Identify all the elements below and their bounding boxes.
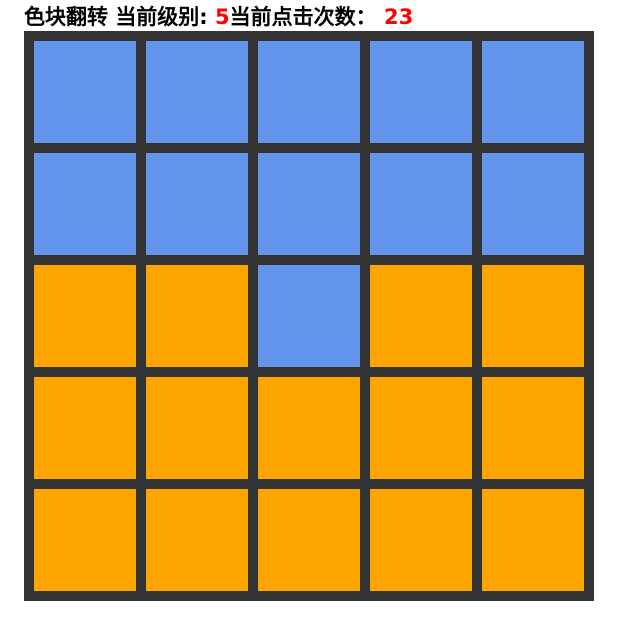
status-bar: 色块翻转 当前级别: 5当前点击次数： 23	[24, 2, 413, 32]
tile-r1-c2[interactable]	[146, 41, 248, 143]
game-board	[24, 31, 594, 601]
tile-r4-c2[interactable]	[146, 377, 248, 479]
tile-r4-c3[interactable]	[258, 377, 360, 479]
tile-r5-c3[interactable]	[258, 489, 360, 591]
tile-r1-c1[interactable]	[34, 41, 136, 143]
tile-r1-c5[interactable]	[482, 41, 584, 143]
tile-r2-c1[interactable]	[34, 153, 136, 255]
tile-r2-c4[interactable]	[370, 153, 472, 255]
game-title: 色块翻转	[24, 5, 108, 29]
tile-r4-c5[interactable]	[482, 377, 584, 479]
tile-r2-c5[interactable]	[482, 153, 584, 255]
tile-r1-c3[interactable]	[258, 41, 360, 143]
tile-r5-c5[interactable]	[482, 489, 584, 591]
tile-r3-c5[interactable]	[482, 265, 584, 367]
tile-r3-c2[interactable]	[146, 265, 248, 367]
tile-r3-c3[interactable]	[258, 265, 360, 367]
level-value: 5	[215, 5, 230, 29]
tile-r5-c1[interactable]	[34, 489, 136, 591]
tile-r2-c3[interactable]	[258, 153, 360, 255]
tile-r3-c1[interactable]	[34, 265, 136, 367]
tile-r3-c4[interactable]	[370, 265, 472, 367]
tile-r2-c2[interactable]	[146, 153, 248, 255]
tile-r1-c4[interactable]	[370, 41, 472, 143]
tile-r5-c2[interactable]	[146, 489, 248, 591]
clicks-value: 23	[383, 5, 414, 29]
tile-r5-c4[interactable]	[370, 489, 472, 591]
tile-r4-c1[interactable]	[34, 377, 136, 479]
level-label: 当前级别:	[115, 5, 208, 29]
clicks-label: 当前点击次数：	[229, 5, 377, 29]
tile-r4-c4[interactable]	[370, 377, 472, 479]
